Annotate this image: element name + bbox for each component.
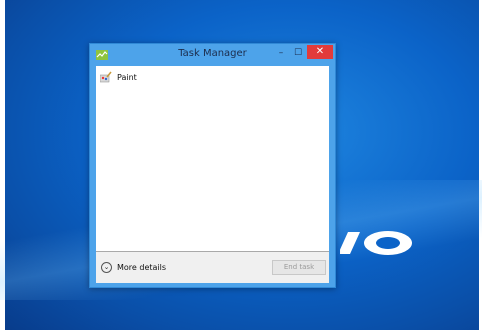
title-bar[interactable]: Task Manager – ☐ ✕ <box>90 44 335 66</box>
more-details-label: More details <box>117 263 167 272</box>
footer-bar: ⌄ More details End task <box>96 252 329 283</box>
paint-icon <box>100 71 112 83</box>
process-name: Paint <box>117 72 137 82</box>
process-list: Paint <box>96 66 329 252</box>
task-manager-window: Task Manager – ☐ ✕ Paint ⌄ More details … <box>89 43 336 288</box>
end-task-button[interactable]: End task <box>272 260 326 275</box>
close-button[interactable]: ✕ <box>307 45 333 59</box>
chevron-down-icon: ⌄ <box>101 262 112 273</box>
more-details-button[interactable]: ⌄ More details <box>101 262 166 273</box>
maximize-button[interactable]: ☐ <box>290 46 306 60</box>
list-item[interactable]: Paint <box>100 69 137 85</box>
wallpaper-brand-logo <box>340 231 412 255</box>
minimize-button[interactable]: – <box>273 46 289 60</box>
